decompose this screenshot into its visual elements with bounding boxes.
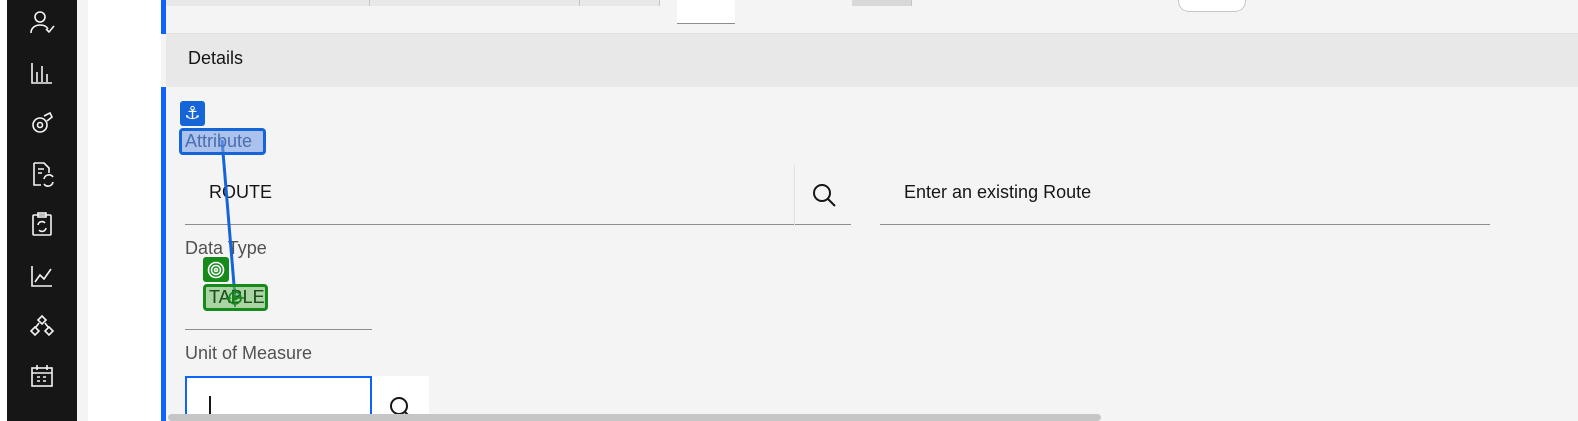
assets-icon[interactable] <box>29 110 55 136</box>
clipboard-sync-icon[interactable] <box>29 211 55 237</box>
content-gutter-inner <box>88 0 137 421</box>
table-header-cell <box>852 0 912 6</box>
more-icon[interactable] <box>29 413 55 421</box>
crosshair-icon <box>226 289 244 307</box>
calendar-icon[interactable] <box>29 363 55 389</box>
unit-of-measure-label: Unit of Measure <box>185 343 313 363</box>
document-sync-icon[interactable] <box>29 161 55 187</box>
table-header-cell <box>370 0 580 6</box>
data-type-underline <box>185 329 372 330</box>
horizontal-scrollbar[interactable] <box>168 414 1101 421</box>
hierarchy-icon[interactable] <box>29 313 55 339</box>
bar-chart-icon[interactable] <box>29 60 55 86</box>
user-check-icon[interactable] <box>29 9 55 35</box>
data-type-label: Data Type <box>185 238 267 258</box>
attribute-label: Attribute <box>185 131 253 151</box>
table-header-cell <box>580 0 660 6</box>
target-icon <box>203 257 229 282</box>
table-header-cell <box>166 0 370 6</box>
upper-toggle[interactable] <box>1178 0 1246 12</box>
details-title: Details <box>188 48 244 68</box>
upper-input-field[interactable] <box>677 0 735 24</box>
route-field[interactable]: ROUTE <box>185 165 851 225</box>
route-description: Enter an existing Route <box>904 182 1092 202</box>
section-accent <box>161 87 166 421</box>
route-search-button[interactable] <box>797 165 851 225</box>
search-icon <box>813 184 836 207</box>
line-chart-icon[interactable] <box>29 263 55 289</box>
route-value: ROUTE <box>209 182 272 202</box>
route-description-field: Enter an existing Route <box>880 165 1490 225</box>
upper-section <box>166 0 1578 34</box>
attribute-highlight[interactable]: Attribute <box>179 128 266 155</box>
anchor-icon: ⚓ <box>180 101 205 126</box>
field-divider <box>794 165 795 225</box>
details-section-header[interactable]: Details <box>166 34 1578 87</box>
